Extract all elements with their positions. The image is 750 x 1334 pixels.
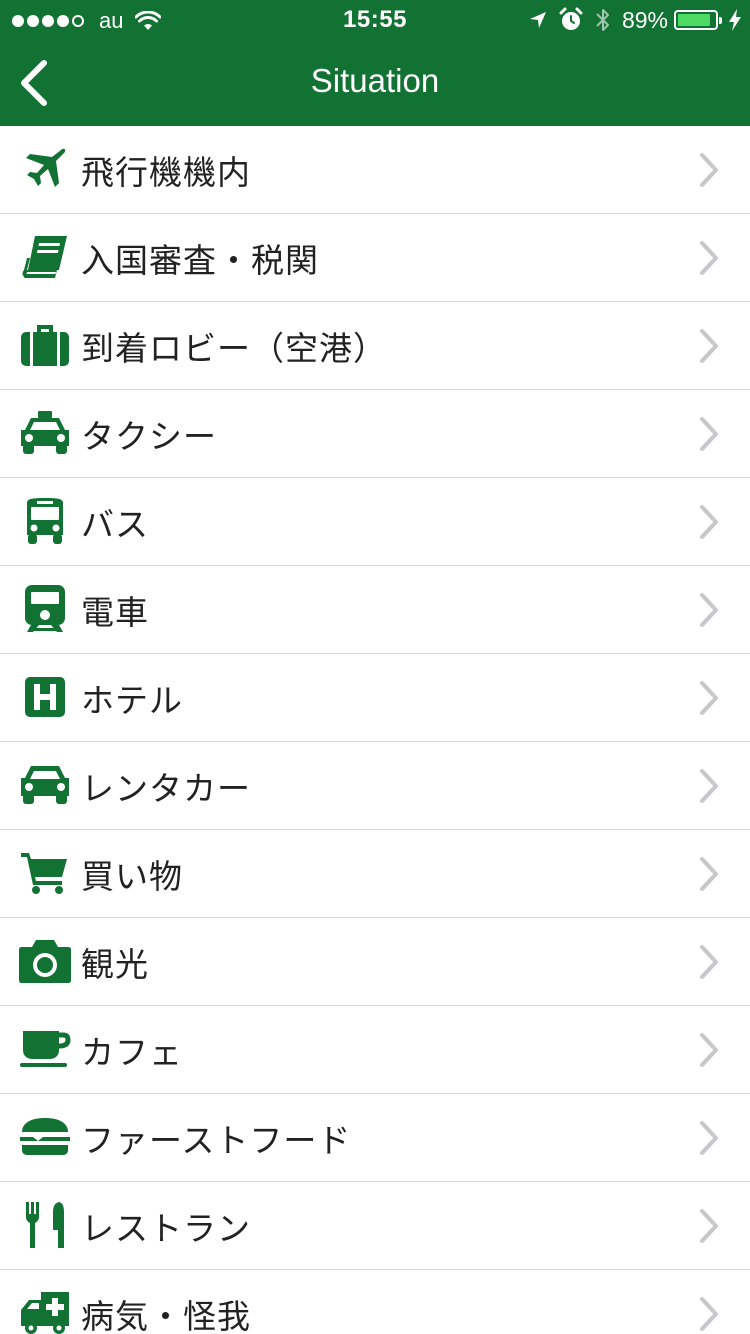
situation-label: バス xyxy=(81,505,149,544)
chevron-right-icon xyxy=(698,1208,720,1244)
fork-knife-icon xyxy=(18,1198,72,1252)
coffee-cup-icon xyxy=(18,1022,72,1076)
situation-label: ホテル xyxy=(81,681,183,720)
chevron-right-icon xyxy=(698,1032,720,1068)
charging-bolt-icon xyxy=(729,9,741,31)
situation-row-cafe[interactable]: カフェ xyxy=(0,1006,750,1094)
situation-row-shopping[interactable]: 買い物 xyxy=(0,830,750,918)
chevron-right-icon xyxy=(698,680,720,716)
situation-list: 飛行機機内入国審査・税関到着ロビー（空港） タクシーバス電車ホテルレンタカー買い物… xyxy=(0,126,750,1334)
chevron-right-icon xyxy=(698,592,720,628)
car-icon xyxy=(18,758,72,812)
situation-row-immigration[interactable]: 入国審査・税関 xyxy=(0,214,750,302)
camera-icon xyxy=(18,934,72,988)
status-bar-right: 89% xyxy=(528,6,742,34)
ambulance-icon xyxy=(18,1286,72,1334)
chevron-right-icon xyxy=(698,240,720,276)
navigation-bar: Situation xyxy=(0,42,750,126)
situation-label: レンタカー xyxy=(81,769,251,808)
situation-label: 飛行機機内 xyxy=(81,153,251,192)
situation-row-train[interactable]: 電車 xyxy=(0,566,750,654)
bus-icon xyxy=(18,494,72,548)
situation-label: 観光 xyxy=(81,945,149,984)
situation-label: 電車 xyxy=(81,593,149,632)
chevron-right-icon xyxy=(698,1296,720,1332)
situation-row-taxi[interactable]: タクシー xyxy=(0,390,750,478)
situation-label: 買い物 xyxy=(81,857,183,896)
alarm-clock-icon xyxy=(559,7,583,30)
situation-row-airplane[interactable]: 飛行機機内 xyxy=(0,126,750,214)
situation-row-arrival-lobby[interactable]: 到着ロビー（空港） xyxy=(0,302,750,390)
status-bar: au 15:55 89% xyxy=(0,0,750,42)
chevron-right-icon xyxy=(698,504,720,540)
situation-label: タクシー xyxy=(81,417,217,456)
train-icon xyxy=(18,582,72,636)
battery-percentage: 89% xyxy=(621,6,668,33)
passport-book-icon xyxy=(18,230,72,284)
situation-label: レストラン xyxy=(81,1209,251,1248)
chevron-right-icon xyxy=(698,768,720,804)
situation-label: ファーストフード xyxy=(81,1121,352,1160)
situation-row-fast-food[interactable]: ファーストフード xyxy=(0,1094,750,1182)
location-arrow-icon xyxy=(529,12,546,28)
hotel-icon xyxy=(18,670,72,724)
chevron-right-icon xyxy=(698,152,720,188)
battery-icon xyxy=(674,10,722,30)
chevron-right-icon xyxy=(698,328,720,364)
situation-label: カフェ xyxy=(81,1033,183,1072)
situation-label: 病気・怪我 xyxy=(81,1297,251,1334)
airplane-icon xyxy=(18,142,72,196)
page-title: Situation xyxy=(310,62,440,99)
battery-level-fill xyxy=(678,14,711,26)
situation-row-illness-injury[interactable]: 病気・怪我 xyxy=(0,1270,750,1334)
situation-row-sightseeing[interactable]: 観光 xyxy=(0,918,750,1006)
hamburger-icon xyxy=(18,1110,72,1164)
situation-label: 到着ロビー（空港） xyxy=(81,329,387,368)
situation-row-restaurant[interactable]: レストラン xyxy=(0,1182,750,1270)
chevron-right-icon xyxy=(698,416,720,452)
situation-label: 入国審査・税関 xyxy=(81,241,319,280)
shopping-cart-icon xyxy=(18,846,72,900)
situation-row-rental-car[interactable]: レンタカー xyxy=(0,742,750,830)
bluetooth-icon xyxy=(596,9,609,31)
chevron-right-icon xyxy=(698,1120,720,1156)
chevron-right-icon xyxy=(698,856,720,892)
chevron-right-icon xyxy=(698,944,720,980)
taxi-icon xyxy=(18,406,72,460)
situation-row-hotel[interactable]: ホテル xyxy=(0,654,750,742)
suitcase-icon xyxy=(18,318,72,372)
situation-row-bus[interactable]: バス xyxy=(0,478,750,566)
